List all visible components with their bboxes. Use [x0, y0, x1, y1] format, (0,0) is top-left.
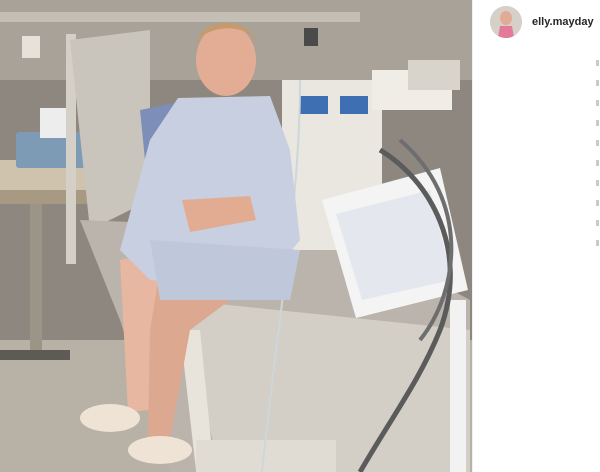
profile-avatar-icon[interactable]: [490, 6, 522, 38]
username-link[interactable]: elly.mayday: [532, 16, 594, 28]
post-sidebar: elly.mayday: [472, 0, 600, 472]
post-photo[interactable]: [0, 0, 472, 472]
post-photo-illustration: [0, 0, 472, 472]
instagram-post: elly.mayday: [0, 0, 600, 472]
post-header: elly.mayday: [473, 0, 600, 44]
clipped-comment-column: [596, 60, 600, 390]
